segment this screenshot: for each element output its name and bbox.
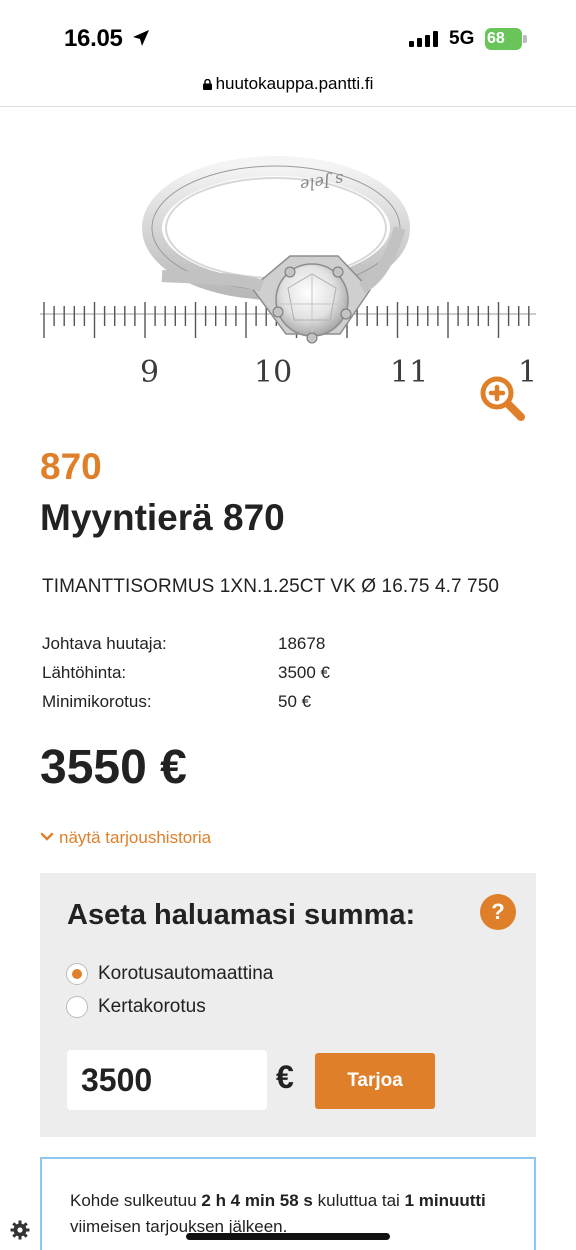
option-single-raise[interactable]: Kertakorotus	[66, 996, 206, 1018]
status-time: 16.05	[64, 25, 123, 52]
divider	[0, 106, 576, 107]
lot-title: Myyntierä 870	[40, 497, 285, 538]
lot-details: Johtava huutaja: 18678 Lähtöhinta: 3500 …	[42, 634, 522, 721]
radio-button[interactable]	[66, 996, 88, 1018]
detail-value: 3500 €	[278, 663, 330, 682]
home-indicator[interactable]	[186, 1233, 390, 1240]
ruler-label: 10	[254, 355, 292, 390]
submit-bid-button[interactable]: Tarjoa	[315, 1053, 435, 1109]
chevron-down-icon	[40, 832, 54, 841]
extension-period: 1 minuutti	[404, 1191, 486, 1210]
detail-label: Minimikorotus:	[42, 692, 152, 711]
ruler-label: 11	[390, 355, 428, 390]
currency-symbol: €	[276, 1059, 294, 1095]
lot-description: TIMANTTISORMUS 1XN.1.25CT VK Ø 16.75 4.7…	[42, 576, 500, 597]
bid-history-link[interactable]: näytä tarjoushistoria	[40, 828, 211, 848]
option-label: Kertakorotus	[98, 996, 206, 1017]
location-arrow-icon	[133, 30, 149, 46]
bid-panel-title: Aseta haluamasi summa:	[67, 899, 416, 931]
signal-icon	[409, 31, 438, 47]
zoom-in-icon[interactable]	[478, 374, 526, 422]
status-bar: 16.05 5G 68	[0, 0, 576, 74]
detail-value: 50 €	[278, 692, 312, 711]
radio-button-checked[interactable]	[66, 963, 88, 985]
detail-row-starting-price: Lähtöhinta: 3500 €	[42, 663, 522, 692]
detail-row-leading-bidder: Johtava huutaja: 18678	[42, 634, 522, 663]
network-type: 5G	[449, 28, 475, 49]
option-auto-raise[interactable]: Korotusautomaattina	[66, 963, 273, 985]
lock-icon	[202, 79, 212, 90]
battery-level: 68	[485, 28, 522, 50]
time-remaining: 2 h 4 min 58 s	[201, 1191, 313, 1210]
gear-icon[interactable]	[10, 1220, 30, 1240]
detail-value: 18678	[278, 634, 326, 653]
option-label: Korotusautomaattina	[98, 963, 274, 984]
detail-label: Johtava huutaja:	[42, 634, 167, 653]
address-bar[interactable]: huutokauppa.pantti.fi	[0, 74, 576, 106]
ruler-label: 9	[140, 355, 159, 390]
lot-number: 870	[40, 446, 102, 487]
detail-row-minimum-raise: Minimikorotus: 50 €	[42, 692, 522, 721]
url-text: huutokauppa.pantti.fi	[215, 74, 374, 93]
product-image[interactable]: s Jele 9 10 11 1	[40, 128, 536, 418]
help-icon[interactable]: ?	[480, 894, 516, 930]
battery-icon: 68	[485, 28, 527, 50]
bid-panel: Aseta haluamasi summa: ? Korotusautomaat…	[40, 873, 536, 1137]
current-price: 3550 €	[40, 741, 187, 794]
bid-history-label: näytä tarjoushistoria	[59, 828, 212, 847]
bid-amount-input[interactable]	[67, 1050, 267, 1110]
detail-label: Lähtöhinta:	[42, 663, 127, 682]
